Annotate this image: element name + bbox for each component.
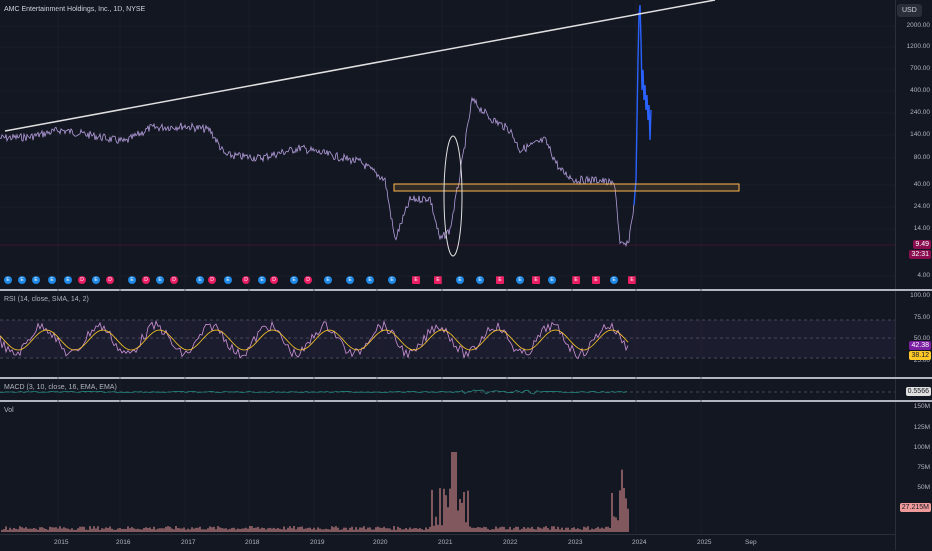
trend-line <box>4 0 716 132</box>
price-tick: 80.00 <box>913 154 930 161</box>
volume-value-tag: 27.215M <box>899 503 931 512</box>
volume-tick: 150M <box>913 403 930 410</box>
highlight-ellipse <box>443 135 463 257</box>
volume-bars <box>1 452 629 532</box>
rsi-value-tag: 42.38 <box>909 341 931 350</box>
time-axis[interactable]: 2015 2016 2017 2018 2019 2020 2021 2022 … <box>0 534 895 551</box>
macd-line <box>0 389 628 395</box>
volume-tick: 125M <box>913 424 930 431</box>
support-zone <box>393 183 740 192</box>
time-label: 2023 <box>568 539 583 546</box>
time-label: Sep <box>745 539 757 546</box>
rsi-tick: 100.00 <box>910 292 930 299</box>
price-tick: 2000.00 <box>906 22 931 29</box>
rsi-axis[interactable]: 100.00 75.00 50.00 25.00 42.38 38.12 <box>895 291 932 377</box>
volume-tick: 50M <box>917 484 930 491</box>
price-tick: 24.00 <box>913 203 930 210</box>
time-label: 2020 <box>373 539 388 546</box>
price-tick: 700.00 <box>910 65 930 72</box>
price-tick: 14.00 <box>913 225 930 232</box>
rsi-band-fill <box>0 320 895 358</box>
rsi-ma-tag: 38.12 <box>909 351 931 360</box>
grid-lines <box>0 0 895 534</box>
time-label: 2021 <box>438 539 453 546</box>
time-label: 2015 <box>54 539 69 546</box>
time-label: 2024 <box>632 539 647 546</box>
time-label: 2019 <box>310 539 325 546</box>
price-axis[interactable]: 2000.00 1200.00 700.00 400.00 240.00 140… <box>895 0 932 289</box>
price-tick: 4.00 <box>917 272 930 279</box>
bar-countdown-tag: 32:31 <box>909 250 931 259</box>
time-label: 2016 <box>116 539 131 546</box>
volume-axis[interactable]: 150M 125M 100M 75M 50M 27.215M <box>895 402 932 550</box>
macd-axis[interactable]: 0.5566 <box>895 379 932 400</box>
time-label: 2018 <box>245 539 260 546</box>
price-tick: 400.00 <box>910 87 930 94</box>
rsi-tick: 75.00 <box>913 314 930 321</box>
time-label: 2025 <box>697 539 712 546</box>
time-label: 2022 <box>503 539 518 546</box>
price-tick: 40.00 <box>913 181 930 188</box>
price-line <box>0 96 635 248</box>
volume-tick: 100M <box>913 444 930 451</box>
price-tick: 240.00 <box>910 109 930 116</box>
chart-canvas[interactable] <box>0 0 895 534</box>
volume-tick: 75M <box>917 464 930 471</box>
price-tick: 140.00 <box>910 131 930 138</box>
projection-line <box>633 4 652 206</box>
time-label: 2017 <box>181 539 196 546</box>
macd-value-tag: 0.5566 <box>905 387 931 396</box>
price-tick: 1200.00 <box>906 43 931 50</box>
last-price-tag: 9.49 <box>913 240 931 249</box>
